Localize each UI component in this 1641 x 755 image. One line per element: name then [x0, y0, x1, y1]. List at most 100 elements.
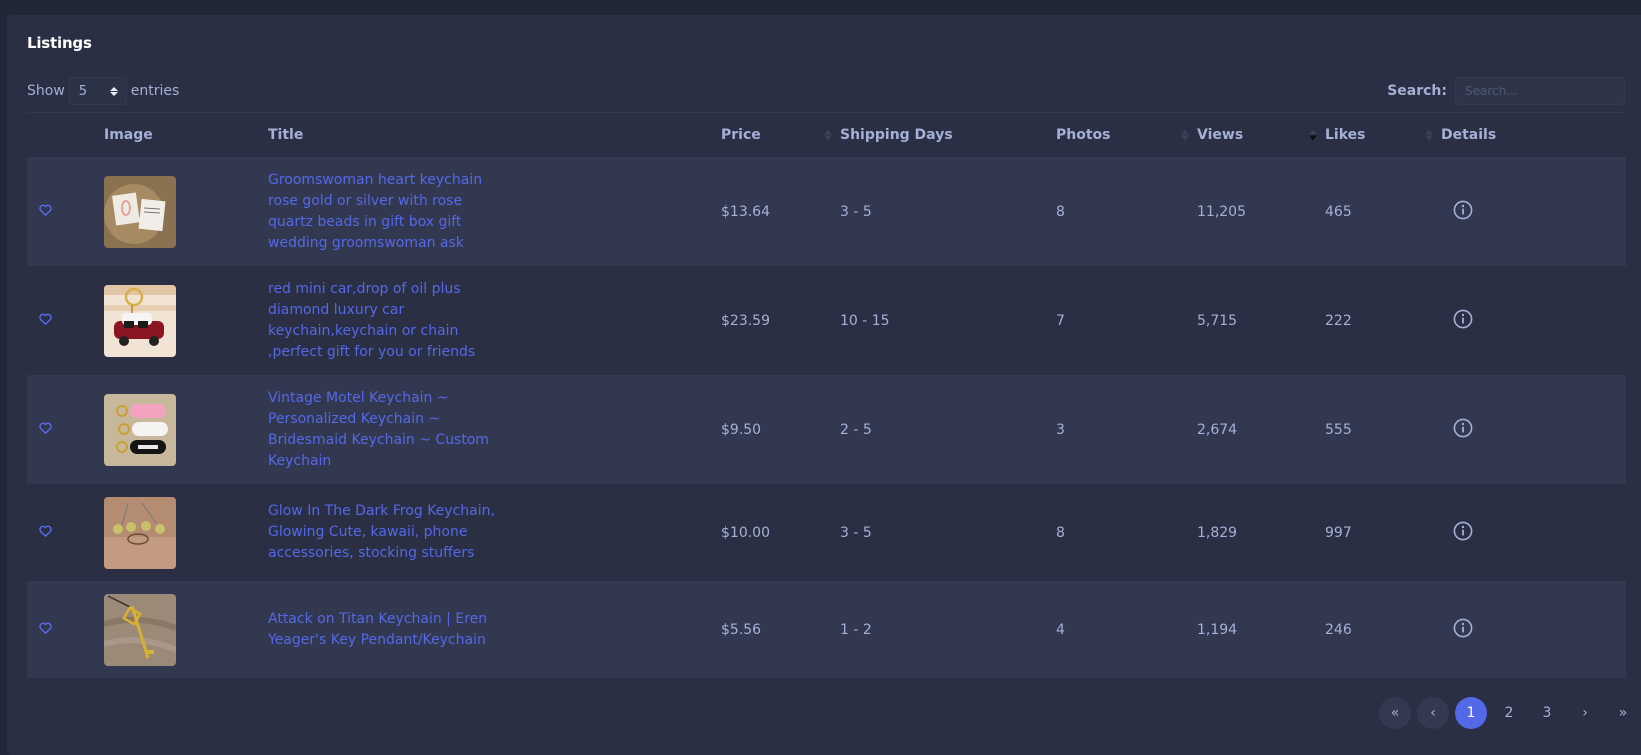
column-header-likes[interactable]: Likes [1325, 113, 1441, 157]
search-control: Search: [1387, 77, 1625, 105]
column-header-label: Views [1197, 127, 1244, 143]
photos-cell: 4 [1056, 581, 1197, 678]
heart-icon[interactable] [39, 422, 52, 438]
views-cell: 11,205 [1197, 157, 1325, 266]
shipping-days-cell: 2 - 5 [840, 375, 1056, 484]
image-cell [104, 484, 268, 581]
table-row: Glow In The Dark Frog Keychain, Glowing … [27, 484, 1626, 581]
column-header-label: Price [721, 127, 761, 143]
details-cell [1441, 266, 1626, 375]
product-thumbnail[interactable] [104, 393, 176, 466]
image-cell [104, 581, 268, 678]
favorite-cell [27, 266, 104, 375]
details-cell [1441, 375, 1626, 484]
table-row: Attack on Titan Keychain | Eren Yeager's… [27, 581, 1626, 678]
column-header-image: Image [104, 113, 268, 157]
sort-icon[interactable] [1425, 129, 1433, 141]
favorite-cell [27, 375, 104, 484]
info-circle-icon[interactable] [1453, 200, 1473, 224]
title-cell: Vintage Motel Keychain ~ Personalized Ke… [268, 375, 721, 484]
pagination-first-button[interactable]: « [1379, 697, 1411, 729]
entries-label: entries [130, 83, 180, 99]
listing-title-link[interactable]: Groomswoman heart keychain rose gold or … [268, 170, 508, 254]
price-cell: $10.00 [721, 484, 840, 581]
photos-cell: 7 [1056, 266, 1197, 375]
listing-title-link[interactable]: Glow In The Dark Frog Keychain, Glowing … [268, 501, 508, 564]
heart-icon[interactable] [39, 204, 52, 220]
column-header-label: Likes [1325, 127, 1366, 143]
views-cell: 1,194 [1197, 581, 1325, 678]
entries-per-page-select[interactable]: 5 [68, 77, 127, 105]
price-cell: $5.56 [721, 581, 840, 678]
entries-per-page-value: 5 [78, 83, 88, 99]
image-cell [104, 157, 268, 266]
price-cell: $23.59 [721, 266, 840, 375]
listings-card: Listings Show 5 entries Search: Image Tit… [7, 15, 1641, 755]
info-circle-icon[interactable] [1453, 618, 1473, 642]
sort-icon[interactable] [824, 129, 832, 141]
column-header-label: Photos [1056, 127, 1111, 143]
shipping-days-cell: 3 - 5 [840, 157, 1056, 266]
heart-icon[interactable] [39, 313, 52, 329]
image-cell [104, 266, 268, 375]
table-row: Groomswoman heart keychain rose gold or … [27, 157, 1626, 266]
table-header-row: Image Title Price Shipping Days Photos Views L… [27, 113, 1626, 157]
column-header-photos[interactable]: Photos [1056, 113, 1197, 157]
table-body: Groomswoman heart keychain rose gold or … [27, 157, 1626, 678]
views-cell: 1,829 [1197, 484, 1325, 581]
heart-icon[interactable] [39, 525, 52, 541]
column-header-fav [27, 113, 104, 157]
pagination-prev-button[interactable]: ‹ [1417, 697, 1449, 729]
info-circle-icon[interactable] [1453, 309, 1473, 333]
details-cell [1441, 581, 1626, 678]
pagination: « ‹ 1 2 3 › » [1379, 697, 1639, 729]
info-circle-icon[interactable] [1453, 521, 1473, 545]
pagination-page-2[interactable]: 2 [1493, 697, 1525, 729]
search-label: Search: [1387, 83, 1447, 99]
shipping-days-cell: 1 - 2 [840, 581, 1056, 678]
favorite-cell [27, 581, 104, 678]
search-input[interactable] [1455, 77, 1625, 105]
column-header-label: Title [268, 127, 304, 143]
product-thumbnail[interactable] [104, 496, 176, 569]
product-thumbnail[interactable] [104, 593, 176, 666]
pagination-last-button[interactable]: » [1607, 697, 1639, 729]
heart-icon[interactable] [39, 622, 52, 638]
listing-title-link[interactable]: Attack on Titan Keychain | Eren Yeager's… [268, 609, 508, 651]
column-header-price[interactable]: Price [721, 113, 840, 157]
likes-cell: 555 [1325, 375, 1441, 484]
column-header-views[interactable]: Views [1197, 113, 1325, 157]
sort-icon[interactable] [1181, 129, 1189, 141]
details-cell [1441, 484, 1626, 581]
info-circle-icon[interactable] [1453, 418, 1473, 442]
pagination-next-button[interactable]: › [1569, 697, 1601, 729]
listing-title-link[interactable]: Vintage Motel Keychain ~ Personalized Ke… [268, 388, 508, 472]
column-header-label: Details [1441, 127, 1497, 143]
title-cell: Groomswoman heart keychain rose gold or … [268, 157, 721, 266]
product-thumbnail[interactable] [104, 284, 176, 357]
table-row: Vintage Motel Keychain ~ Personalized Ke… [27, 375, 1626, 484]
shipping-days-cell: 10 - 15 [840, 266, 1056, 375]
photos-cell: 8 [1056, 484, 1197, 581]
views-cell: 2,674 [1197, 375, 1325, 484]
price-cell: $13.64 [721, 157, 840, 266]
likes-cell: 222 [1325, 266, 1441, 375]
listing-title-link[interactable]: red mini car,drop of oil plus diamond lu… [268, 279, 508, 363]
likes-cell: 465 [1325, 157, 1441, 266]
pagination-page-3[interactable]: 3 [1531, 697, 1563, 729]
title-cell: Glow In The Dark Frog Keychain, Glowing … [268, 484, 721, 581]
show-label: Show [27, 83, 65, 99]
column-header-label: Image [104, 127, 153, 143]
likes-cell: 246 [1325, 581, 1441, 678]
title-cell: Attack on Titan Keychain | Eren Yeager's… [268, 581, 721, 678]
pagination-page-1[interactable]: 1 [1455, 697, 1487, 729]
table-row: red mini car,drop of oil plus diamond lu… [27, 266, 1626, 375]
listings-table: Image Title Price Shipping Days Photos Views L… [27, 113, 1626, 678]
product-thumbnail[interactable] [104, 175, 176, 248]
sort-icon[interactable] [1309, 129, 1317, 141]
shipping-days-cell: 3 - 5 [840, 484, 1056, 581]
column-header-title: Title [268, 113, 721, 157]
price-cell: $9.50 [721, 375, 840, 484]
photos-cell: 3 [1056, 375, 1197, 484]
image-cell [104, 375, 268, 484]
